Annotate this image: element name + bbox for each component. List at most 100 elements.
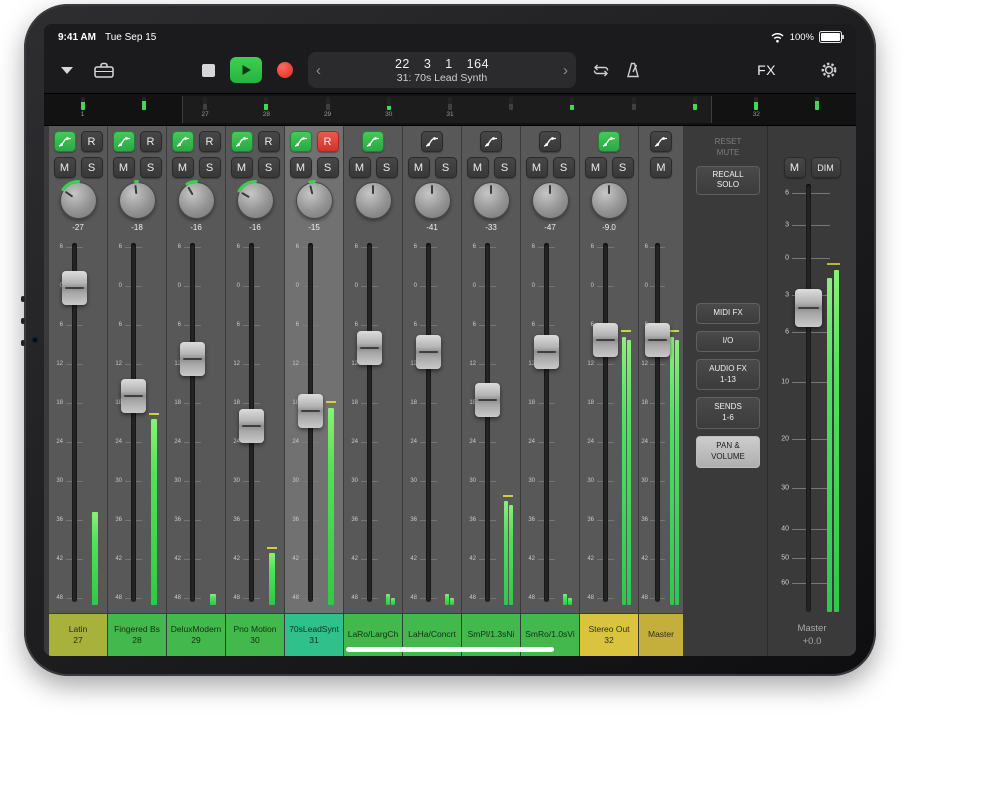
pan-knob[interactable] — [355, 182, 392, 219]
pan-knob[interactable] — [414, 182, 451, 219]
record-enable-button[interactable]: R — [258, 131, 280, 152]
pan-knob[interactable] — [473, 182, 510, 219]
mute-button[interactable]: M — [349, 157, 371, 178]
overview-track-cell[interactable] — [113, 97, 174, 125]
automation-button[interactable] — [650, 131, 672, 152]
volume-fader[interactable] — [593, 323, 618, 357]
overview-track-cell[interactable] — [542, 97, 603, 125]
overview-track-cell[interactable]: 30 — [358, 97, 419, 125]
overview-track-cell[interactable]: 31 — [419, 97, 480, 125]
mute-button[interactable]: M — [526, 157, 548, 178]
solo-button[interactable]: S — [258, 157, 280, 178]
volume-fader[interactable] — [121, 379, 146, 413]
pan-knob[interactable] — [296, 182, 333, 219]
pan-knob[interactable] — [119, 182, 156, 219]
track-name-label[interactable]: 70sLeadSynt31 — [285, 614, 343, 656]
track-name-label[interactable]: Fingered Bs28 — [108, 614, 166, 656]
overview-track-cell[interactable]: 28 — [236, 97, 297, 125]
mute-button[interactable]: M — [54, 157, 76, 178]
volume-fader[interactable] — [416, 335, 441, 369]
volume-fader[interactable] — [534, 335, 559, 369]
automation-button[interactable] — [598, 131, 620, 152]
lcd-display[interactable]: ‹ 22 3 1 164 31: 70s Lead Synth › — [308, 52, 576, 88]
overview-track-cell[interactable]: 27 — [174, 97, 235, 125]
view-button-sends-1-6[interactable]: SENDS 1-6 — [696, 397, 760, 429]
record-enable-button[interactable]: R — [199, 131, 221, 152]
view-button-pan-volume[interactable]: PAN & VOLUME — [696, 436, 760, 468]
reset-mute-button[interactable]: RESET MUTE — [696, 134, 760, 162]
automation-button[interactable] — [231, 131, 253, 152]
solo-button[interactable]: S — [140, 157, 162, 178]
fx-button[interactable]: FX — [757, 62, 776, 78]
overview-track-cell[interactable]: 32 — [726, 97, 787, 125]
overview-track-cell[interactable] — [787, 97, 848, 125]
automation-button[interactable] — [172, 131, 194, 152]
chevron-right-icon[interactable]: › — [563, 63, 568, 78]
volume-fader[interactable] — [475, 383, 500, 417]
automation-button[interactable] — [290, 131, 312, 152]
solo-button[interactable]: S — [435, 157, 457, 178]
pan-knob[interactable] — [237, 182, 274, 219]
master-volume-fader[interactable] — [795, 289, 822, 327]
mute-button[interactable]: M — [290, 157, 312, 178]
track-name-label[interactable]: Stereo Out32 — [580, 614, 638, 656]
solo-button[interactable]: S — [199, 157, 221, 178]
dim-button[interactable]: DIM — [811, 157, 841, 178]
automation-button[interactable] — [421, 131, 443, 152]
volume-fader[interactable] — [239, 409, 264, 443]
automation-button[interactable] — [480, 131, 502, 152]
volume-fader[interactable] — [62, 271, 87, 305]
track-name-label[interactable]: Master — [639, 614, 683, 656]
mute-button[interactable]: M — [231, 157, 253, 178]
pan-knob[interactable] — [60, 182, 97, 219]
cycle-button[interactable] — [591, 64, 611, 77]
overview-track-cell[interactable]: 29 — [297, 97, 358, 125]
loop-browser-button[interactable] — [94, 62, 114, 78]
track-overview-ruler[interactable]: 1 2728293031 32 — [44, 94, 856, 126]
solo-button[interactable]: S — [612, 157, 634, 178]
view-button-i-o[interactable]: I/O — [696, 331, 760, 352]
record-button[interactable] — [277, 62, 293, 78]
solo-button[interactable]: S — [494, 157, 516, 178]
pan-knob[interactable] — [591, 182, 628, 219]
view-button-midi-fx[interactable]: MIDI FX — [696, 303, 760, 324]
pan-knob[interactable] — [178, 182, 215, 219]
overview-track-cell[interactable] — [481, 97, 542, 125]
overview-track-cell[interactable] — [664, 97, 725, 125]
record-enable-button[interactable]: R — [81, 131, 103, 152]
track-name-label[interactable]: DeluxModern29 — [167, 614, 225, 656]
metronome-button[interactable] — [626, 62, 640, 78]
solo-button[interactable]: S — [376, 157, 398, 178]
recall-solo-button[interactable]: RECALL SOLO — [696, 166, 760, 196]
solo-button[interactable]: S — [81, 157, 103, 178]
mute-button[interactable]: M — [408, 157, 430, 178]
track-name-label[interactable]: Latin27 — [49, 614, 107, 656]
volume-fader[interactable] — [645, 323, 670, 357]
overview-track-cell[interactable]: 1 — [52, 97, 113, 125]
track-name-label[interactable]: Pno Motion30 — [226, 614, 284, 656]
pan-knob[interactable] — [532, 182, 569, 219]
volume-fader[interactable] — [180, 342, 205, 376]
volume-fader[interactable] — [357, 331, 382, 365]
automation-button[interactable] — [362, 131, 384, 152]
record-enable-button[interactable]: R — [317, 131, 339, 152]
play-button[interactable] — [230, 57, 262, 83]
stop-button[interactable] — [202, 64, 215, 77]
overview-track-cell[interactable] — [603, 97, 664, 125]
master-mute-button[interactable]: M — [784, 157, 806, 178]
mute-button[interactable]: M — [172, 157, 194, 178]
record-enable-button[interactable]: R — [140, 131, 162, 152]
solo-button[interactable]: S — [553, 157, 575, 178]
solo-button[interactable]: S — [317, 157, 339, 178]
mute-button[interactable]: M — [467, 157, 489, 178]
mute-button[interactable]: M — [113, 157, 135, 178]
settings-button[interactable] — [820, 61, 838, 79]
view-button-audio-fx-1-13[interactable]: AUDIO FX 1-13 — [696, 359, 760, 391]
volume-fader[interactable] — [298, 394, 323, 428]
automation-button[interactable] — [113, 131, 135, 152]
home-indicator[interactable] — [346, 647, 554, 652]
automation-button[interactable] — [539, 131, 561, 152]
mute-button[interactable]: M — [650, 157, 672, 178]
automation-button[interactable] — [54, 131, 76, 152]
mute-button[interactable]: M — [585, 157, 607, 178]
